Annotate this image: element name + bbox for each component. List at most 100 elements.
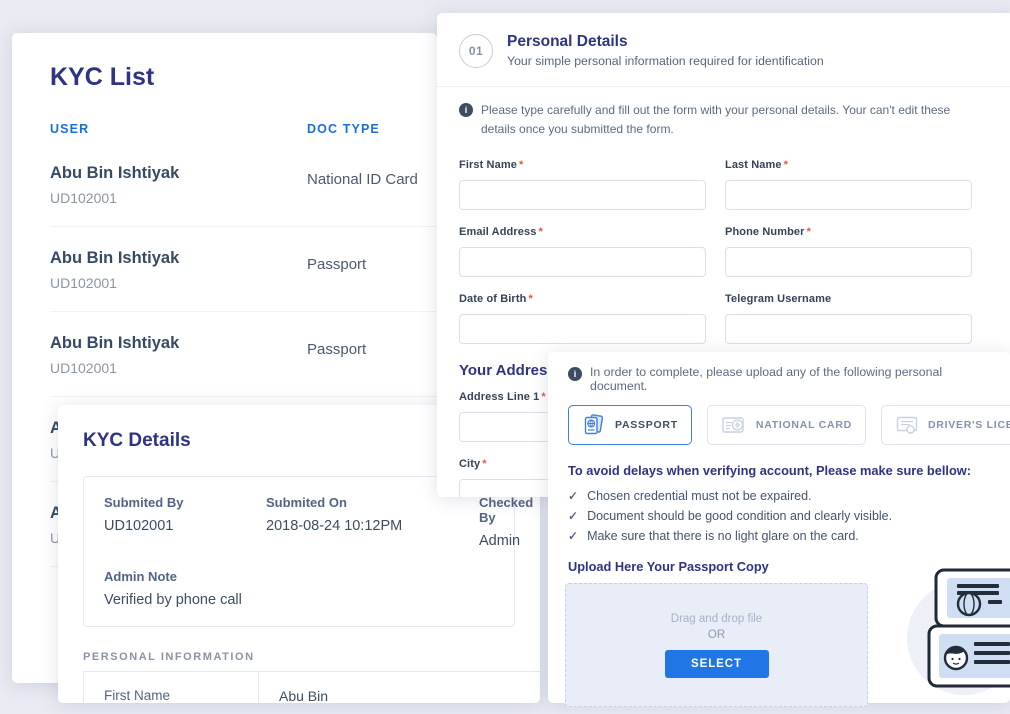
first-name-field-group: First Name* — [459, 159, 706, 210]
checklist-item: ✓ Make sure that there is no light glare… — [568, 526, 990, 546]
kyc-list-row[interactable]: Abu Bin Ishtiyak UD102001 Passport — [50, 227, 437, 312]
checked-by-value: Admin — [479, 533, 533, 549]
personal-details-subtitle: Your simple personal information require… — [507, 54, 824, 68]
doc-type-cell: National ID Card — [307, 171, 437, 206]
phone-field-group: Phone Number* — [725, 226, 972, 277]
last-name-label: Last Name — [725, 159, 782, 171]
submitted-by-label: Submited By — [104, 495, 266, 510]
verification-checklist: ✓ Chosen credential must not be expaired… — [568, 486, 990, 546]
national-card-option-button[interactable]: NATIONAL CARD — [707, 405, 866, 445]
user-name: Abu Bin Ishtiyak — [50, 164, 307, 183]
drivers-license-option-label: DRIVER'S LICENSE — [928, 419, 1010, 431]
id-cards-illustration-svg — [900, 560, 1010, 696]
column-header-doc-type: DOC TYPE — [307, 122, 437, 136]
upload-notice-text: In order to complete, please upload any … — [590, 365, 990, 393]
kyc-list-row[interactable]: Abu Bin Ishtiyak UD102001 National ID Ca… — [50, 142, 437, 227]
passport-icon — [582, 413, 606, 437]
user-id: UD102001 — [50, 360, 307, 376]
document-type-options: PASSPORT NATIONAL CARD — [548, 405, 1010, 445]
national-card-option-label: NATIONAL CARD — [756, 419, 852, 431]
submitted-on-label: Submited On — [266, 495, 479, 510]
telegram-input[interactable] — [725, 314, 972, 344]
step-number-badge: 01 — [459, 34, 493, 68]
field-value-cell: Abu Bin — [259, 672, 540, 703]
dob-label: Date of Birth — [459, 293, 526, 305]
doc-type-cell: Passport — [307, 256, 437, 291]
check-icon: ✓ — [568, 486, 578, 506]
passport-option-button[interactable]: PASSPORT — [568, 405, 692, 445]
kyc-admin-screen: KYC List USER DOC TYPE Abu Bin Ishtiyak … — [0, 0, 1010, 714]
dropzone-hint: Drag and drop file — [671, 613, 762, 625]
form-notice: i Please type carefully and fill out the… — [437, 87, 993, 159]
dob-input[interactable] — [459, 314, 706, 344]
required-asterisk: * — [784, 159, 788, 171]
personal-details-title: Personal Details — [507, 33, 824, 51]
verification-warning-title: To avoid delays when verifying account, … — [568, 463, 990, 478]
personal-details-heading-group: Personal Details Your simple personal in… — [507, 33, 824, 68]
submitted-on-value: 2018-08-24 10:12PM — [266, 518, 479, 534]
checked-by-label: Checked By — [479, 495, 533, 525]
submitted-by: Submited By UD102001 — [104, 495, 266, 549]
submission-meta-row: Submited By UD102001 Submited On 2018-08… — [104, 495, 494, 549]
personal-information-table: First Name Abu Bin — [83, 671, 540, 703]
info-icon: i — [459, 103, 473, 117]
dob-field-group: Date of Birth* — [459, 293, 706, 344]
checked-by: Checked By Admin — [479, 495, 533, 549]
admin-note-value: Verified by phone call — [104, 592, 494, 608]
user-name: Abu Bin Ishtiyak — [50, 334, 307, 353]
user-id: UD102001 — [50, 275, 307, 291]
email-label: Email Address — [459, 226, 536, 238]
required-asterisk: * — [482, 458, 486, 470]
admin-note: Admin Note Verified by phone call — [104, 569, 494, 608]
national-card-icon — [721, 414, 747, 436]
check-icon: ✓ — [568, 506, 578, 526]
checklist-item: ✓ Document should be good condition and … — [568, 506, 990, 526]
last-name-input[interactable] — [725, 180, 972, 210]
check-icon: ✓ — [568, 526, 578, 546]
checklist-item: ✓ Chosen credential must not be expaired… — [568, 486, 990, 506]
user-id: UD102001 — [50, 190, 307, 206]
email-field-group: Email Address* — [459, 226, 706, 277]
doc-type-cell: Passport — [307, 341, 437, 376]
city-label: City — [459, 458, 480, 470]
kyc-list-title: KYC List — [50, 63, 437, 92]
personal-information-section-header: PERSONAL INFORMATION — [83, 651, 515, 663]
kyc-list-row[interactable]: Abu Bin Ishtiyak UD102001 Passport — [50, 312, 437, 397]
admin-note-label: Admin Note — [104, 569, 494, 584]
first-name-label: First Name — [459, 159, 517, 171]
submission-meta-box: Submited By UD102001 Submited On 2018-08… — [83, 476, 515, 627]
column-header-user: USER — [50, 122, 307, 136]
user-name: Abu Bin Ishtiyak — [50, 249, 307, 268]
passport-option-label: PASSPORT — [615, 419, 678, 431]
required-asterisk: * — [538, 226, 542, 238]
last-name-field-group: Last Name* — [725, 159, 972, 210]
drivers-license-icon — [895, 414, 919, 436]
checklist-item-text: Document should be good condition and cl… — [587, 506, 892, 526]
checklist-item-text: Make sure that there is no light glare o… — [587, 526, 859, 546]
field-label-cell: First Name — [84, 672, 259, 703]
submitted-on: Submited On 2018-08-24 10:12PM — [266, 495, 479, 549]
required-asterisk: * — [807, 226, 811, 238]
kyc-list-header-row: USER DOC TYPE — [50, 122, 437, 136]
required-asterisk: * — [541, 391, 545, 403]
submitted-by-value: UD102001 — [104, 518, 266, 534]
email-input[interactable] — [459, 247, 706, 277]
first-name-input[interactable] — [459, 180, 706, 210]
form-notice-text: Please type carefully and fill out the f… — [481, 101, 971, 138]
drivers-license-option-button[interactable]: DRIVER'S LICENSE — [881, 405, 1010, 445]
checklist-item-text: Chosen credential must not be expaired. — [587, 486, 811, 506]
user-cell: Abu Bin Ishtiyak UD102001 — [50, 249, 307, 291]
user-cell: Abu Bin Ishtiyak UD102001 — [50, 334, 307, 376]
phone-input[interactable] — [725, 247, 972, 277]
table-row: First Name Abu Bin — [84, 672, 540, 703]
user-cell: Abu Bin Ishtiyak UD102001 — [50, 164, 307, 206]
select-file-button[interactable]: SELECT — [665, 650, 769, 678]
personal-details-header: 01 Personal Details Your simple personal… — [437, 13, 1010, 87]
id-cards-illustration — [900, 560, 1010, 701]
upload-notice: i In order to complete, please upload an… — [548, 352, 1010, 405]
phone-label: Phone Number — [725, 226, 805, 238]
telegram-label: Telegram Username — [725, 293, 831, 305]
dropzone-or-text: OR — [708, 629, 725, 641]
personal-form-grid: First Name* Last Name* Email Address* Ph… — [437, 159, 1010, 360]
file-dropzone[interactable]: Drag and drop file OR SELECT — [565, 583, 868, 707]
